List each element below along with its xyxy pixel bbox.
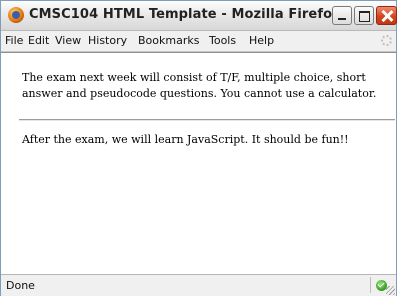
menu-history[interactable]: History xyxy=(88,34,127,47)
menu-help[interactable]: Help xyxy=(249,34,274,47)
paragraph-exam: The exam next week will consist of T/F, … xyxy=(22,71,377,100)
throbber-icon xyxy=(381,35,392,46)
menu-file[interactable]: File xyxy=(5,34,23,47)
page-content: The exam next week will consist of T/F, … xyxy=(1,52,396,274)
menu-tools[interactable]: Tools xyxy=(209,34,236,47)
menu-edit[interactable]: Edit xyxy=(28,34,49,47)
firefox-icon xyxy=(8,7,24,23)
close-button[interactable] xyxy=(376,6,397,25)
status-divider xyxy=(370,277,371,293)
horizontal-rule xyxy=(19,119,395,121)
maximize-button[interactable] xyxy=(354,6,374,25)
menu-bookmarks[interactable]: Bookmarks xyxy=(138,34,199,47)
paragraph-javascript: After the exam, we will learn JavaScript… xyxy=(22,133,349,146)
minimize-button[interactable] xyxy=(332,6,352,25)
status-text: Done xyxy=(6,279,35,292)
browser-window: CMSC104 HTML Template - Mozilla Firefox … xyxy=(0,0,397,296)
status-bar: Done xyxy=(1,274,396,296)
resize-grip[interactable] xyxy=(386,286,395,295)
menu-bar: File Edit View History Bookmarks Tools H… xyxy=(1,31,396,52)
title-bar: CMSC104 HTML Template - Mozilla Firefox xyxy=(1,1,397,31)
menu-view[interactable]: View xyxy=(55,34,81,47)
window-title: CMSC104 HTML Template - Mozilla Firefox xyxy=(29,7,341,22)
